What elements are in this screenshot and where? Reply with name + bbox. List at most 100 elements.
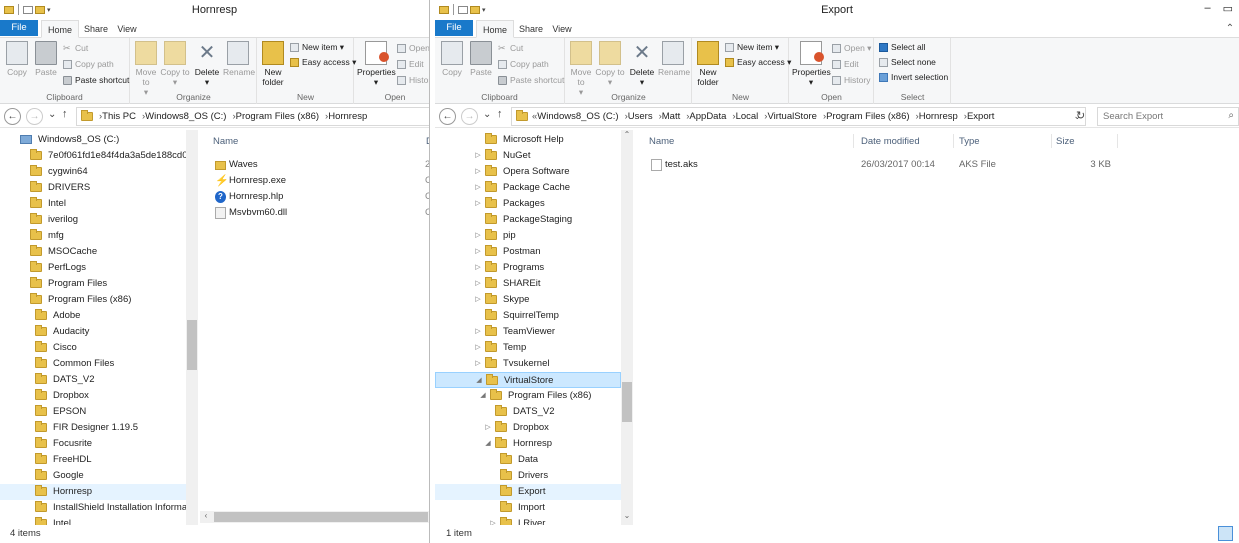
column-header-name[interactable]: Name [213, 136, 238, 147]
tree-item[interactable]: Hornresp [0, 484, 186, 500]
scroll-left-icon[interactable]: ‹ [200, 511, 212, 520]
copy-button[interactable]: Copy [437, 41, 467, 77]
breadcrumb-item[interactable]: Program Files (x86) [826, 111, 909, 122]
nav-scrollbar[interactable] [186, 130, 198, 525]
history-button[interactable]: Histor [397, 74, 429, 87]
file-item[interactable]: test.aks 26/03/2017 00:14 AKS File 3 KB [649, 157, 1119, 173]
breadcrumb-item[interactable]: VirtualStore [767, 111, 816, 122]
new-item-button[interactable]: New item ▾ [290, 41, 344, 54]
tree-item[interactable]: DATS_V2 [435, 404, 621, 420]
edit-button[interactable]: Edit [397, 58, 424, 71]
forward-button[interactable]: → [461, 108, 478, 125]
nav-scrollbar[interactable]: ⌃ ⌄ [621, 130, 633, 525]
expand-arrow-icon[interactable]: ▷ [473, 196, 483, 212]
breadcrumb-item[interactable]: Windows8_OS (C:) [145, 111, 226, 122]
breadcrumb-item[interactable]: Hornresp [919, 111, 958, 122]
tree-item[interactable]: 7e0f061fd1e84f4da3a5de188cd097 [0, 148, 186, 164]
tree-item[interactable]: ▷ Dropbox [435, 420, 621, 436]
tree-item[interactable]: Import [435, 500, 621, 516]
properties-button[interactable]: Properties ▾ [792, 41, 831, 87]
history-button[interactable]: History [832, 74, 870, 87]
tree-item[interactable]: DRIVERS [0, 180, 186, 196]
expand-arrow-icon[interactable]: ▷ [473, 148, 483, 164]
scroll-down-icon[interactable]: ⌄ [621, 511, 633, 520]
search-input[interactable]: Search Export ⌕ [1097, 107, 1239, 126]
tree-item[interactable]: ▷ Skype [435, 292, 621, 308]
expand-arrow-icon[interactable]: ▷ [473, 340, 483, 356]
tree-item[interactable]: ▷ Temp [435, 340, 621, 356]
tree-item[interactable]: EPSON [0, 404, 186, 420]
tree-item[interactable]: iverilog [0, 212, 186, 228]
tree-item[interactable]: ◢ Hornresp [435, 436, 621, 452]
tree-item[interactable]: cygwin64 [0, 164, 186, 180]
minimize-icon[interactable]: – [1204, 2, 1210, 15]
expand-arrow-icon[interactable]: ▷ [473, 180, 483, 196]
breadcrumb-item[interactable]: Users [628, 111, 653, 122]
new-item-button[interactable]: New item ▾ [725, 41, 779, 54]
tree-item[interactable]: PackageStaging [435, 212, 621, 228]
back-button[interactable]: ← [439, 108, 456, 125]
cut-button[interactable]: ✂ Cut [63, 42, 88, 55]
expand-arrow-icon[interactable]: ▷ [488, 516, 498, 525]
expand-arrow-icon[interactable]: ▷ [473, 276, 483, 292]
expand-arrow-icon[interactable]: ▷ [473, 244, 483, 260]
tree-item[interactable]: PerfLogs [0, 260, 186, 276]
tree-item[interactable]: ▷ pip [435, 228, 621, 244]
copy-button[interactable]: Copy [2, 41, 32, 77]
tree-item[interactable]: Audacity [0, 324, 186, 340]
expand-arrow-icon[interactable]: ▷ [473, 260, 483, 276]
delete-button[interactable]: ✕ Delete ▾ [192, 41, 222, 87]
tree-item[interactable]: ▷ Opera Software [435, 164, 621, 180]
breadcrumb-item[interactable]: Windows8_OS (C:) [537, 111, 618, 122]
tree-item[interactable]: Drivers [435, 468, 621, 484]
chevron-up-icon[interactable]: ⌃ [1225, 20, 1235, 38]
expand-arrow-icon[interactable]: ▷ [473, 356, 483, 372]
breadcrumb-item[interactable]: AppData [689, 111, 726, 122]
tree-item[interactable]: Program Files [0, 276, 186, 292]
tree-item[interactable]: ▷ Programs [435, 260, 621, 276]
copy-to-button[interactable]: Copy to ▾ [595, 41, 625, 87]
copy-path-button[interactable]: Copy path [498, 58, 549, 71]
tree-item[interactable]: ▷ Postman [435, 244, 621, 260]
scrollbar-thumb[interactable] [214, 512, 428, 522]
tree-item[interactable]: SquirrelTemp [435, 308, 621, 324]
tree-item[interactable]: ▷ SHAREit [435, 276, 621, 292]
tab-view[interactable]: View [549, 20, 575, 38]
tree-item[interactable]: Intel [0, 196, 186, 212]
tree-item[interactable]: Intel [0, 516, 186, 525]
tree-item[interactable]: Focusrite [0, 436, 186, 452]
column-header-type[interactable]: Type [959, 136, 980, 147]
open-button[interactable]: Open ▾ [832, 42, 871, 55]
paste-shortcut-button[interactable]: Paste shortcut [63, 74, 129, 87]
recent-locations-icon[interactable]: ⌄ [48, 109, 56, 120]
up-button[interactable]: ↑ [497, 108, 503, 120]
scroll-up-icon[interactable]: ⌃ [621, 130, 633, 139]
maximize-icon[interactable]: ▭ [1223, 2, 1233, 15]
edit-button[interactable]: Edit [832, 58, 859, 71]
breadcrumb-item[interactable]: Program Files (x86) [236, 111, 319, 122]
breadcrumb-item[interactable]: This PC [102, 111, 136, 122]
breadcrumb-item[interactable]: Matt [662, 111, 680, 122]
scrollbar-thumb[interactable] [622, 382, 632, 422]
column-header-date[interactable]: D [426, 136, 429, 147]
select-none-button[interactable]: Select none [879, 56, 936, 69]
tab-home[interactable]: Home [476, 20, 514, 38]
tree-item[interactable]: ▷ Package Cache [435, 180, 621, 196]
collapse-arrow-icon[interactable]: ◢ [478, 388, 488, 404]
tree-item[interactable]: Windows8_OS (C:) [0, 132, 186, 148]
tree-item[interactable]: ◢ Program Files (x86) [435, 388, 621, 404]
tab-view[interactable]: View [114, 20, 140, 38]
copy-to-button[interactable]: Copy to ▾ [160, 41, 190, 87]
expand-arrow-icon[interactable]: ▷ [473, 324, 483, 340]
recent-locations-icon[interactable]: ⌄ [483, 109, 491, 120]
breadcrumb-item[interactable]: Hornresp [328, 111, 367, 122]
collapse-arrow-icon[interactable]: ◢ [474, 373, 484, 389]
move-to-button[interactable]: Move to ▾ [566, 41, 596, 97]
tab-share[interactable]: Share [80, 20, 112, 38]
tree-item[interactable]: mfg [0, 228, 186, 244]
expand-arrow-icon[interactable]: ▷ [473, 164, 483, 180]
breadcrumb-item[interactable]: Local [736, 111, 759, 122]
tree-item[interactable]: ▷ Tvsukernel [435, 356, 621, 372]
tree-item[interactable]: Dropbox [0, 388, 186, 404]
breadcrumb-item[interactable]: Export [967, 111, 994, 122]
